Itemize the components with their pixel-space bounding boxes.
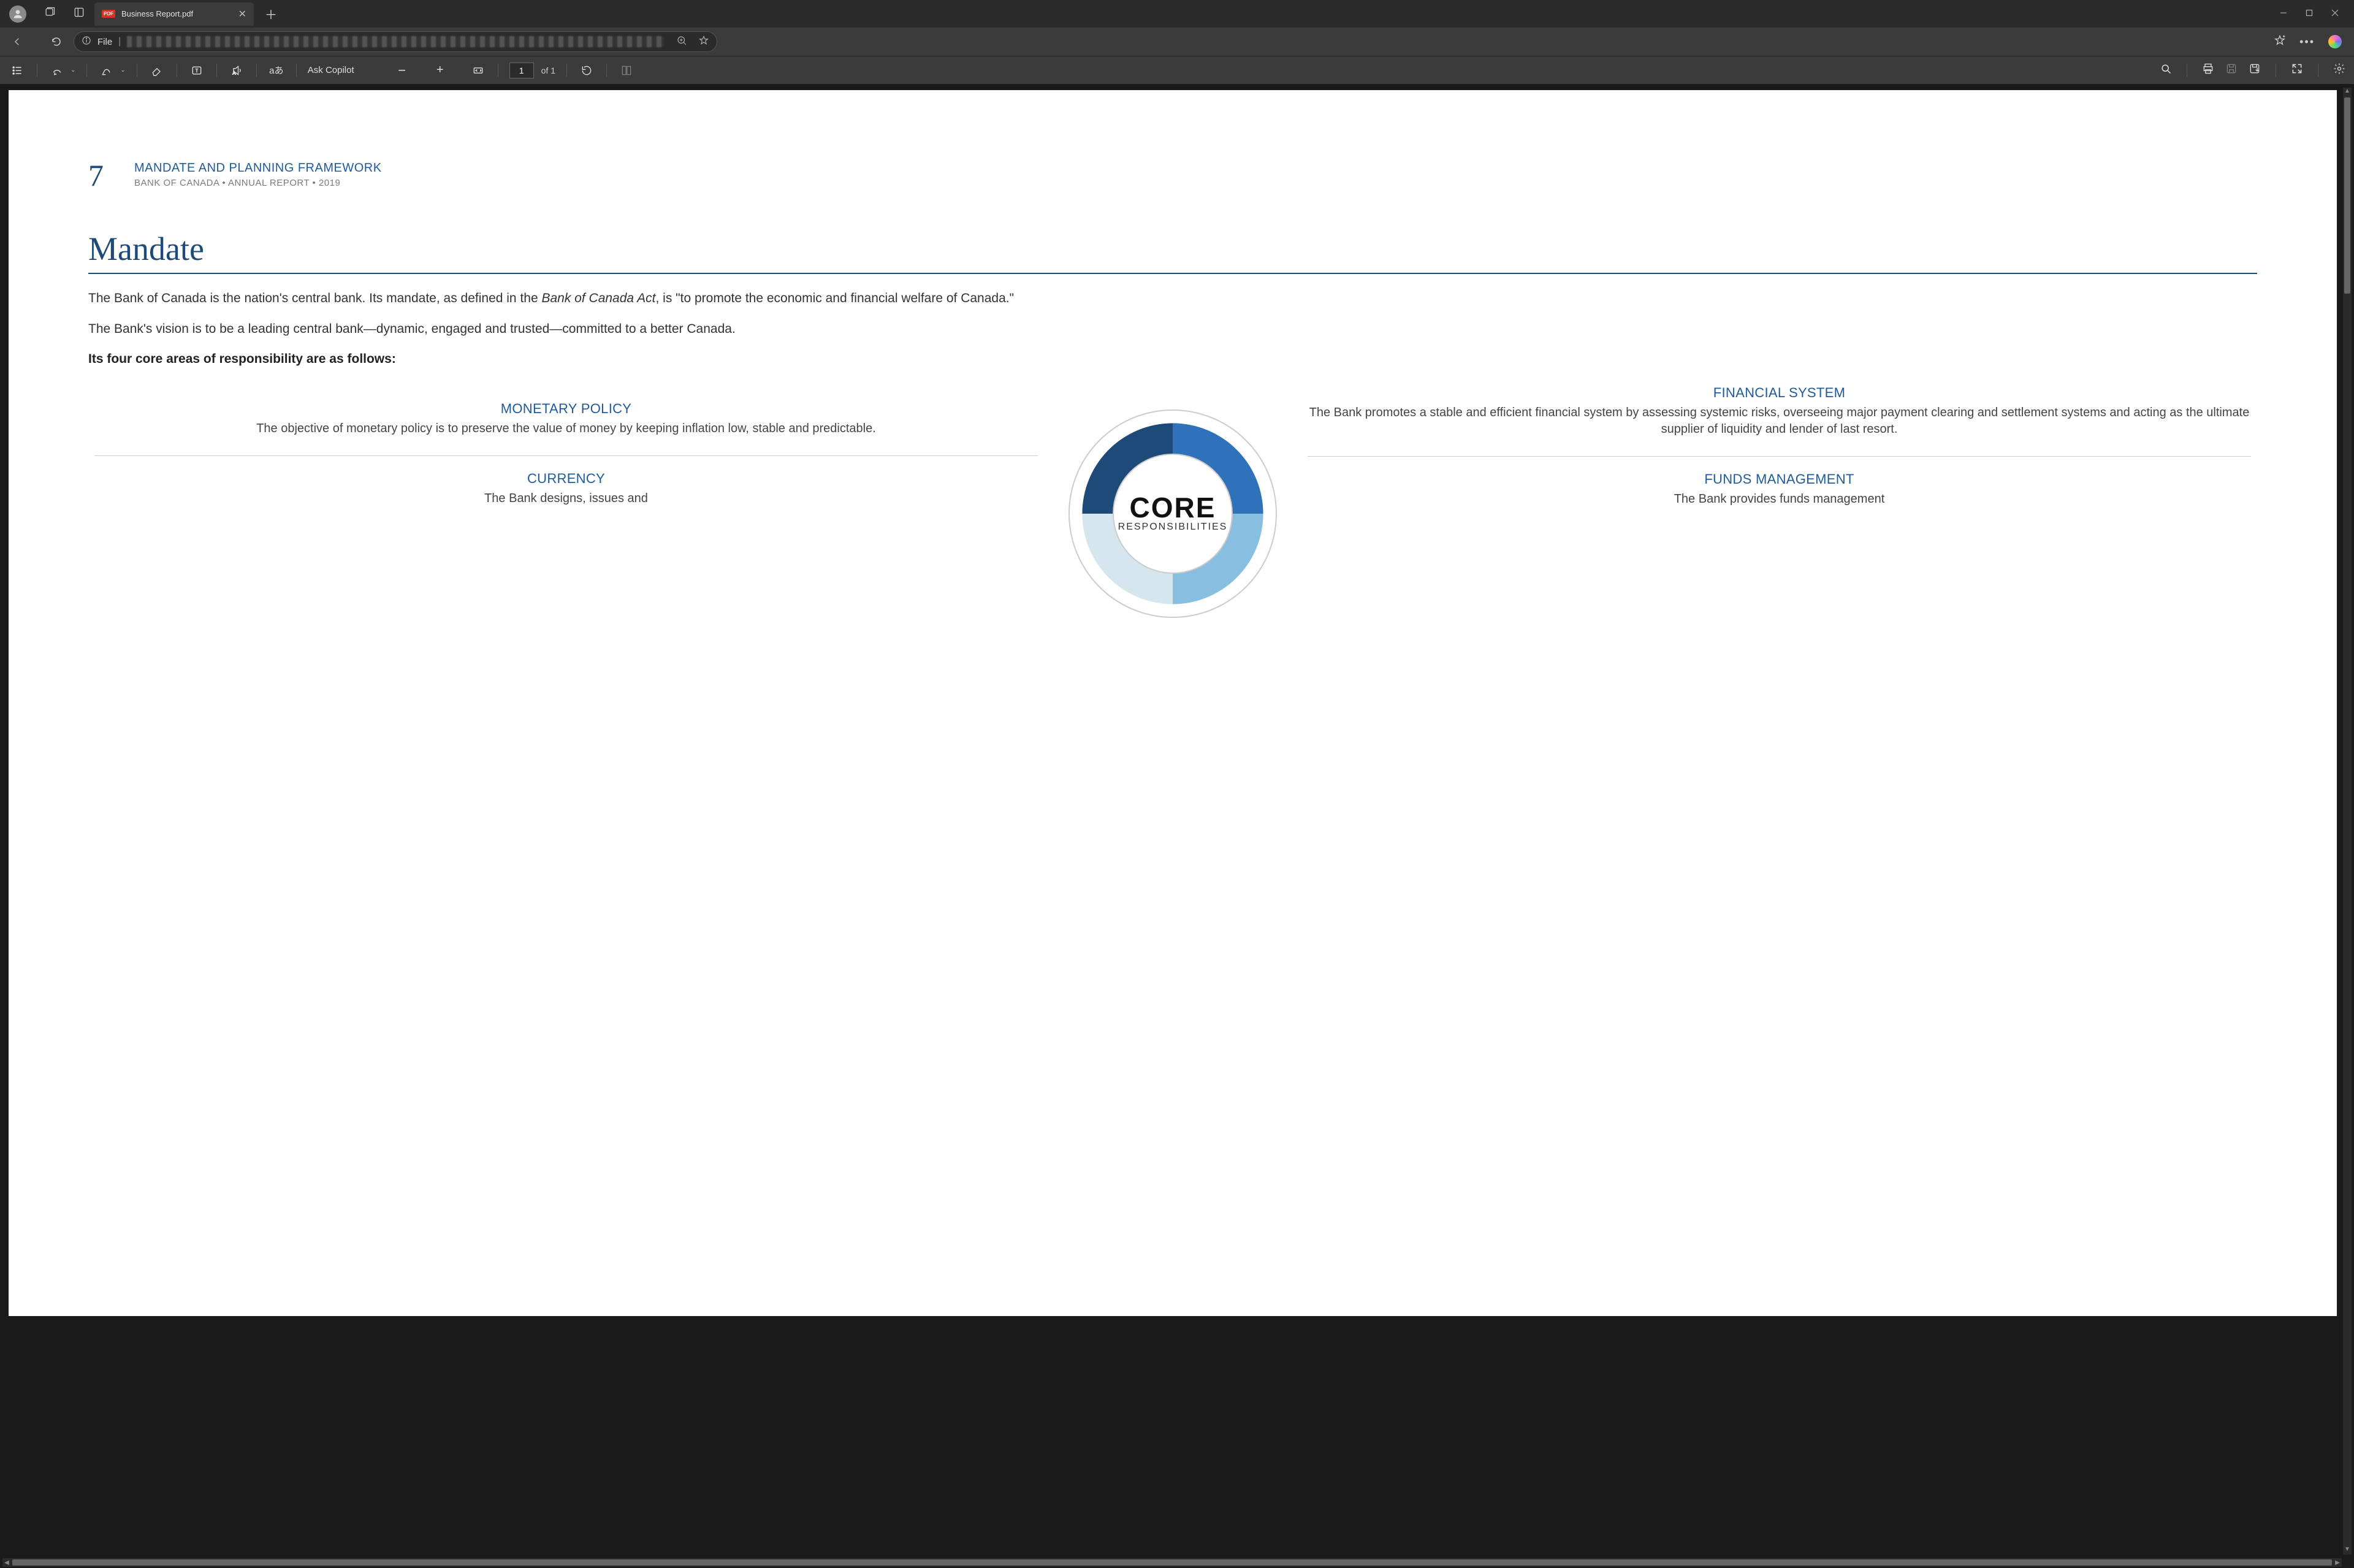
monetary-heading: MONETARY POLICY [88, 401, 1044, 417]
page-view-button[interactable] [618, 62, 635, 79]
window-controls [2280, 9, 2354, 20]
scroll-left-arrow-icon[interactable]: ◀ [2, 1559, 11, 1566]
back-button[interactable] [6, 31, 28, 53]
browser-window: PDF Business Report.pdf ✕ ＋ File | [0, 0, 2354, 1568]
doc-section-sub: BANK OF CANADA • ANNUAL REPORT • 2019 [134, 178, 382, 188]
read-aloud-button[interactable]: A [228, 62, 245, 79]
site-info-icon[interactable] [82, 36, 91, 48]
erase-button[interactable] [148, 62, 166, 79]
doc-main-title: Mandate [88, 230, 2257, 268]
doc-lead-in: Its four core areas of responsibility ar… [88, 352, 2257, 367]
financial-heading: FINANCIAL SYSTEM [1301, 385, 2257, 401]
save-as-button[interactable] [2249, 63, 2261, 78]
monetary-text: The objective of monetary policy is to p… [88, 421, 1044, 437]
monetary-policy-block: MONETARY POLICY The objective of monetar… [88, 401, 1044, 437]
doc-paragraph-1: The Bank of Canada is the nation's centr… [88, 290, 2257, 307]
settings-button[interactable] [2333, 63, 2345, 78]
pdf-toolbar-right [2160, 63, 2345, 78]
core-responsibilities-layout: MONETARY POLICY The objective of monetar… [88, 385, 2257, 618]
vertical-scroll-thumb[interactable] [2344, 97, 2350, 294]
scroll-right-arrow-icon[interactable]: ▶ [2333, 1559, 2342, 1566]
favorites-button[interactable] [2274, 34, 2286, 50]
ask-copilot-button[interactable]: Ask Copilot [308, 65, 354, 75]
highlight-button[interactable] [98, 62, 115, 79]
currency-heading: CURRENCY [88, 471, 1044, 487]
doc-header: 7 MANDATE AND PLANNING FRAMEWORK BANK OF… [88, 158, 2257, 193]
financial-text: The Bank promotes a stable and efficient… [1301, 405, 2257, 438]
title-underline [88, 273, 2257, 274]
right-separator [1308, 456, 2251, 457]
funds-text: The Bank provides funds management [1301, 491, 2257, 508]
url-scheme: File [97, 37, 112, 47]
donut-center-small: RESPONSIBILITIES [1118, 522, 1228, 533]
pdf-toolbar: ⌄ ⌄ A aあ Ask Copilot − + of 1 [0, 56, 2354, 84]
funds-management-block: FUNDS MANAGEMENT The Bank provides funds… [1301, 471, 2257, 508]
scroll-down-arrow-icon[interactable]: ▼ [2344, 1546, 2350, 1555]
pdf-viewport[interactable]: 7 MANDATE AND PLANNING FRAMEWORK BANK OF… [0, 84, 2354, 1568]
tab-title-text: Business Report.pdf [121, 9, 232, 18]
toolbar-right: ••• [2274, 34, 2342, 50]
new-tab-button[interactable]: ＋ [265, 5, 277, 23]
draw-chevron-icon[interactable]: ⌄ [70, 67, 75, 74]
close-window-button[interactable] [2331, 9, 2339, 20]
url-divider: | [118, 36, 121, 47]
maximize-button[interactable] [2306, 9, 2313, 20]
address-bar[interactable]: File | [74, 31, 717, 52]
minimize-button[interactable] [2280, 9, 2287, 20]
url-path-redacted [127, 36, 664, 47]
scroll-up-arrow-icon[interactable]: ▲ [2344, 88, 2350, 96]
fit-width-button[interactable] [470, 62, 487, 79]
pdf-page: 7 MANDATE AND PLANNING FRAMEWORK BANK OF… [9, 90, 2337, 1316]
more-menu-button[interactable]: ••• [2299, 36, 2315, 48]
horizontal-scrollbar[interactable]: ◀ ▶ [2, 1558, 2342, 1567]
doc-paragraph-2: The Bank's vision is to be a leading cen… [88, 321, 2257, 338]
favorite-star-icon[interactable] [698, 35, 709, 49]
zoom-indicator-icon[interactable] [676, 35, 687, 49]
draw-button[interactable] [48, 62, 66, 79]
profile-avatar[interactable] [9, 6, 26, 23]
contents-button[interactable] [9, 62, 26, 79]
workspaces-icon[interactable] [44, 6, 56, 21]
doc-section-title: MANDATE AND PLANNING FRAMEWORK [134, 161, 382, 175]
active-tab[interactable]: PDF Business Report.pdf ✕ [94, 2, 254, 26]
currency-text: The Bank designs, issues and [88, 490, 1044, 507]
pdf-badge-icon: PDF [102, 10, 115, 18]
copilot-icon[interactable] [2328, 35, 2342, 48]
tab-overview-icon[interactable] [73, 6, 85, 21]
search-button[interactable] [2160, 63, 2172, 78]
funds-heading: FUNDS MANAGEMENT [1301, 471, 2257, 487]
zoom-in-button[interactable]: + [432, 62, 449, 79]
rotate-button[interactable] [578, 62, 595, 79]
highlight-chevron-icon[interactable]: ⌄ [120, 67, 125, 74]
address-bar-row: File | ••• [0, 28, 2354, 56]
page-number-input[interactable] [509, 63, 534, 78]
financial-system-block: FINANCIAL SYSTEM The Bank promotes a sta… [1301, 385, 2257, 438]
zoom-out-button[interactable]: − [394, 62, 411, 79]
donut-center-big: CORE [1130, 495, 1216, 522]
print-button[interactable] [2202, 63, 2214, 78]
core-donut-chart: CORE RESPONSIBILITIES [1056, 385, 1289, 618]
save-button[interactable] [2225, 63, 2238, 78]
page-total-label: of 1 [541, 66, 555, 75]
close-tab-button[interactable]: ✕ [238, 8, 246, 20]
horizontal-scroll-thumb[interactable] [12, 1559, 2332, 1566]
vertical-scrollbar[interactable]: ▲ ▼ [2343, 88, 2352, 1555]
tab-actions [44, 6, 85, 21]
doc-page-number: 7 [88, 158, 104, 193]
currency-block: CURRENCY The Bank designs, issues and [88, 471, 1044, 507]
text-box-button[interactable] [188, 62, 205, 79]
svg-text:A: A [232, 70, 235, 75]
fullscreen-button[interactable] [2291, 63, 2303, 78]
refresh-button[interactable] [45, 31, 67, 53]
translate-button[interactable]: aあ [268, 62, 285, 79]
title-bar: PDF Business Report.pdf ✕ ＋ [0, 0, 2354, 28]
left-separator [94, 455, 1038, 456]
